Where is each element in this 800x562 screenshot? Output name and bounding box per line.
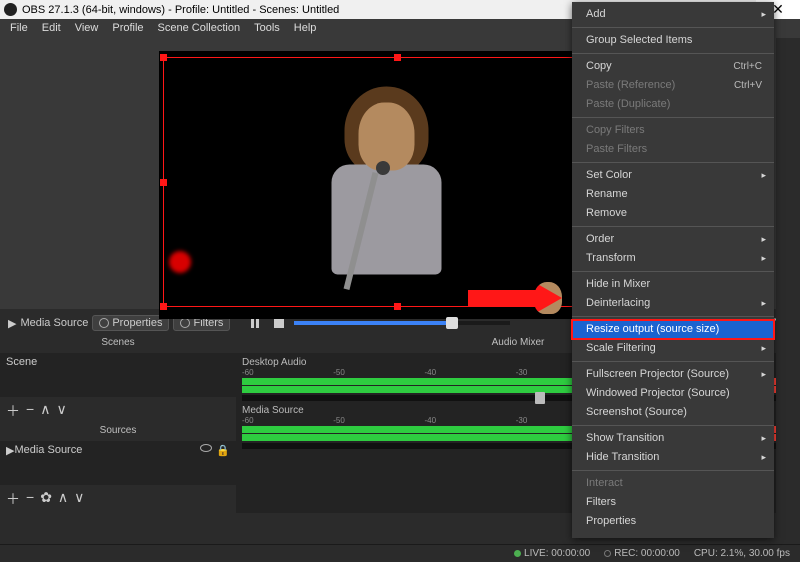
- seek-slider[interactable]: [294, 321, 510, 325]
- menu-profile[interactable]: Profile: [106, 20, 149, 36]
- preview-canvas[interactable]: [159, 51, 641, 319]
- context-item-transform[interactable]: Transform: [572, 249, 774, 268]
- add-source-button[interactable]: ＋: [6, 489, 20, 509]
- menu-scene-collection[interactable]: Scene Collection: [152, 20, 247, 36]
- context-item-interact: Interact: [572, 474, 774, 493]
- context-item-group-selected-items[interactable]: Group Selected Items: [572, 31, 774, 50]
- annotation-arrow-icon: [468, 282, 586, 314]
- right-gutter: [776, 38, 800, 542]
- context-item-hide-in-mixer[interactable]: Hide in Mixer: [572, 275, 774, 294]
- window-title: OBS 27.1.3 (64-bit, windows) - Profile: …: [22, 4, 339, 16]
- scenes-header: Scenes: [0, 337, 236, 353]
- resize-handle[interactable]: [160, 54, 167, 61]
- scene-item[interactable]: Scene: [0, 353, 236, 371]
- context-item-resize-output-source-size[interactable]: Resize output (source size): [572, 320, 774, 339]
- visibility-toggle-icon[interactable]: [200, 444, 212, 452]
- context-item-add[interactable]: Add: [572, 5, 774, 24]
- context-item-copy-filters: Copy Filters: [572, 121, 774, 140]
- status-cpu: CPU: 2.1%, 30.00 fps: [694, 548, 790, 559]
- lock-icon[interactable]: 🔒: [216, 444, 230, 457]
- menu-tools[interactable]: Tools: [248, 20, 286, 36]
- context-item-show-transition[interactable]: Show Transition: [572, 429, 774, 448]
- context-item-paste-reference: Paste (Reference)Ctrl+V: [572, 76, 774, 95]
- scene-up-button[interactable]: ∧: [40, 401, 50, 421]
- expand-icon[interactable]: ▶: [6, 444, 14, 457]
- menu-help[interactable]: Help: [288, 20, 323, 36]
- context-item-hide-transition[interactable]: Hide Transition: [572, 448, 774, 467]
- source-item[interactable]: ▶ Media Source 🔒: [0, 441, 236, 460]
- source-settings-button[interactable]: ✿: [40, 489, 52, 509]
- filter-icon: [180, 318, 190, 328]
- resize-handle[interactable]: [394, 54, 401, 61]
- context-item-scale-filtering[interactable]: Scale Filtering: [572, 339, 774, 358]
- menu-edit[interactable]: Edit: [36, 20, 67, 36]
- context-item-copy[interactable]: CopyCtrl+C: [572, 57, 774, 76]
- context-item-paste-filters: Paste Filters: [572, 140, 774, 159]
- context-item-set-color[interactable]: Set Color: [572, 166, 774, 185]
- obs-logo-icon: [4, 3, 17, 16]
- context-item-deinterlacing[interactable]: Deinterlacing: [572, 294, 774, 313]
- status-rec: REC: 00:00:00: [604, 548, 680, 559]
- context-item-rename[interactable]: Rename: [572, 185, 774, 204]
- source-selection-outline[interactable]: [163, 57, 631, 307]
- remove-scene-button[interactable]: −: [26, 401, 34, 421]
- status-bar: LIVE: 00:00:00 REC: 00:00:00 CPU: 2.1%, …: [0, 544, 800, 562]
- menu-file[interactable]: File: [4, 20, 34, 36]
- menu-view[interactable]: View: [69, 20, 105, 36]
- selected-source-label: Media Source: [20, 317, 88, 329]
- remove-source-button[interactable]: −: [26, 489, 34, 509]
- add-scene-button[interactable]: ＋: [6, 401, 20, 421]
- properties-button[interactable]: Properties: [92, 315, 169, 331]
- context-item-screenshot-source[interactable]: Screenshot (Source): [572, 403, 774, 422]
- context-item-paste-duplicate: Paste (Duplicate): [572, 95, 774, 114]
- scene-down-button[interactable]: ∨: [56, 401, 66, 421]
- gear-icon: [99, 318, 109, 328]
- resize-handle[interactable]: [160, 303, 167, 310]
- source-down-button[interactable]: ∨: [74, 489, 84, 509]
- context-item-remove[interactable]: Remove: [572, 204, 774, 223]
- context-item-fullscreen-projector-source[interactable]: Fullscreen Projector (Source): [572, 365, 774, 384]
- resize-handle[interactable]: [394, 303, 401, 310]
- context-item-properties[interactable]: Properties: [572, 512, 774, 531]
- play-icon: ▶: [8, 317, 16, 330]
- status-live: LIVE: 00:00:00: [514, 548, 590, 559]
- resize-handle[interactable]: [160, 179, 167, 186]
- source-context-menu: AddGroup Selected ItemsCopyCtrl+CPaste (…: [572, 2, 774, 538]
- context-item-filters[interactable]: Filters: [572, 493, 774, 512]
- context-item-windowed-projector-source[interactable]: Windowed Projector (Source): [572, 384, 774, 403]
- sources-header: Sources: [0, 425, 236, 441]
- context-item-order[interactable]: Order: [572, 230, 774, 249]
- source-up-button[interactable]: ∧: [58, 489, 68, 509]
